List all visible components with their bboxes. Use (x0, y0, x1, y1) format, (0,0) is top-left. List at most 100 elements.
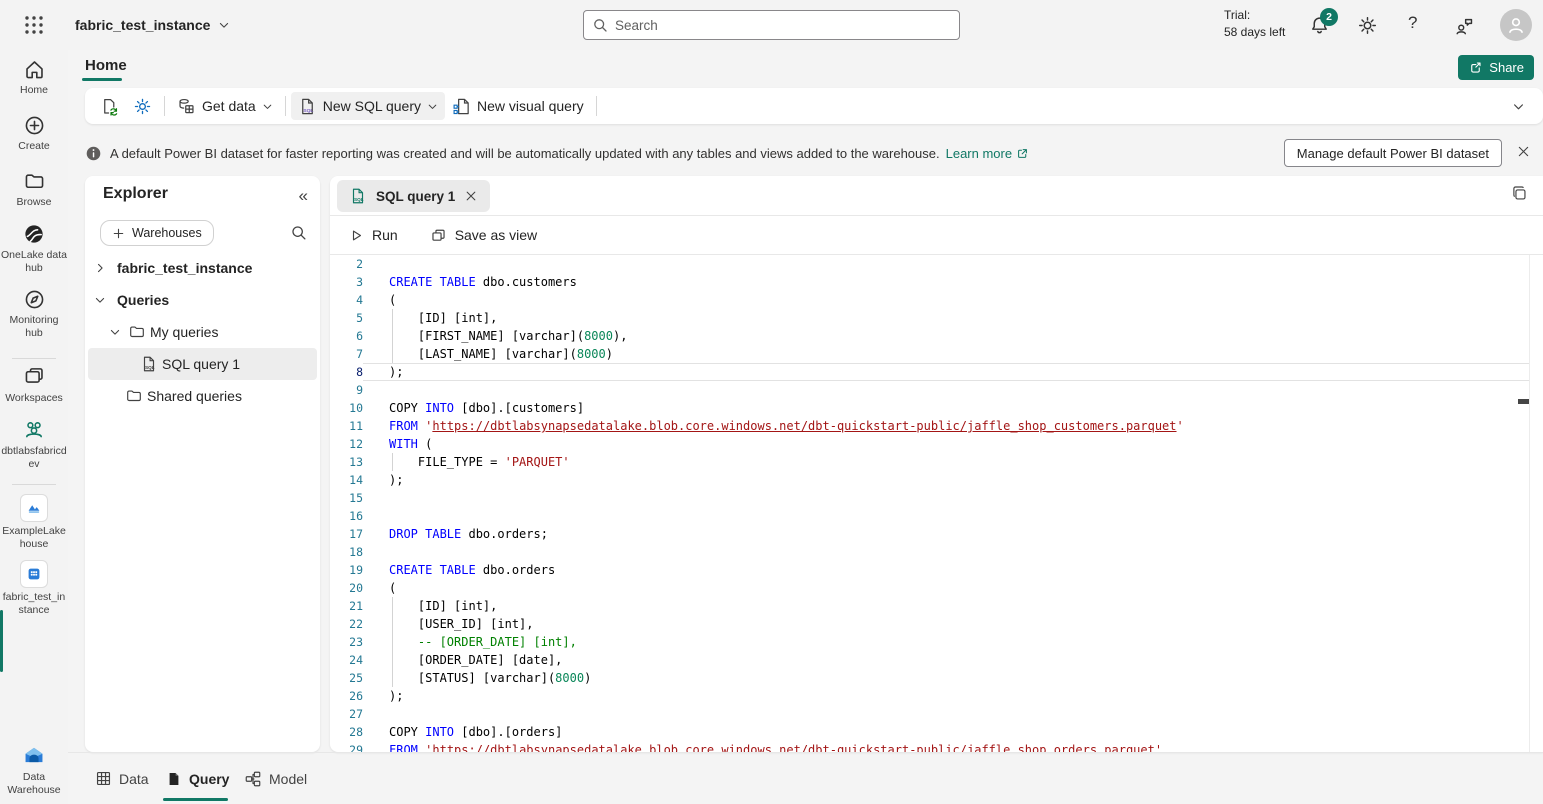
external-link-icon (1016, 147, 1029, 160)
code-line[interactable]: 9 (330, 381, 1530, 399)
manage-dataset-button[interactable]: Manage default Power BI dataset (1284, 139, 1502, 167)
code-line[interactable]: 11FROM 'https://dbtlabsynapsedatalake.bl… (330, 417, 1530, 435)
line-number: 26 (330, 687, 363, 705)
line-content: FILE_TYPE = 'PARQUET' (363, 453, 1530, 471)
view-switcher-bar: Data Query Model (68, 752, 1543, 804)
workspace-switcher[interactable]: fabric_test_instance (75, 0, 230, 50)
new-visual-query-button[interactable]: New visual query (445, 92, 591, 120)
code-line[interactable]: 5 [ID] [int], (330, 309, 1530, 327)
line-content: [ORDER_DATE] [date], (363, 651, 1530, 669)
code-line[interactable]: 29FROM 'https://dbtlabsynapsedatalake.bl… (330, 741, 1530, 752)
rail-item-dbtlabsfabricdev[interactable]: dbtlabsfabricdev (0, 418, 68, 471)
feedback-icon (1453, 15, 1475, 37)
share-button[interactable]: Share (1458, 55, 1534, 80)
rail-item-onelake-data-hub[interactable]: OneLake data hub (0, 222, 68, 275)
tab-close-icon[interactable] (464, 189, 478, 203)
chevron-right-icon[interactable] (92, 262, 108, 274)
code-line[interactable]: 7 [LAST_NAME] [varchar](8000) (330, 345, 1530, 363)
tree-item-sql-query-1[interactable]: SQL SQL query 1 (88, 348, 317, 380)
editor-tab-bar: SQL SQL query 1 (330, 176, 1543, 216)
tree-item-warehouse[interactable]: fabric_test_instance (85, 252, 320, 284)
view-tab-query[interactable]: Query (166, 753, 229, 804)
settings-button[interactable] (1357, 15, 1379, 37)
chevron-down-icon[interactable] (107, 326, 123, 338)
code-line[interactable]: 12WITH ( (330, 435, 1530, 453)
code-line[interactable]: 27 (330, 705, 1530, 723)
view-tab-model[interactable]: Model (244, 753, 307, 804)
editor-scrollbar[interactable] (1529, 255, 1530, 752)
warehouse-settings-button[interactable] (126, 92, 159, 120)
tree-item-my-queries[interactable]: My queries (85, 316, 320, 348)
rail-item-example-lakehouse[interactable]: ExampleLakehouse (0, 494, 68, 551)
explorer-panel: Explorer « Warehouses fabric_test_instan… (85, 176, 320, 752)
code-line[interactable]: 15 (330, 489, 1530, 507)
code-line[interactable]: 2 (330, 255, 1530, 273)
sql-code-area[interactable]: 23CREATE TABLE dbo.customers4(5 [ID] [in… (330, 255, 1530, 752)
code-line[interactable]: 16 (330, 507, 1530, 525)
line-content: COPY INTO [dbo].[orders] (363, 723, 1530, 741)
code-line[interactable]: 21 [ID] [int], (330, 597, 1530, 615)
ribbon-expand-chevron[interactable] (1512, 100, 1525, 113)
chevron-down-icon[interactable] (92, 294, 108, 306)
code-line[interactable]: 19CREATE TABLE dbo.orders (330, 561, 1530, 579)
code-line[interactable]: 22 [USER_ID] [int], (330, 615, 1530, 633)
rail-item-monitoring-hub[interactable]: Monitoring hub (0, 288, 68, 340)
line-content: FROM 'https://dbtlabsynapsedatalake.blob… (363, 741, 1530, 752)
tree-item-queries[interactable]: Queries (85, 284, 320, 316)
feedback-button[interactable] (1453, 15, 1475, 37)
rail-item-browse[interactable]: Browse (0, 170, 68, 209)
search-input[interactable] (615, 18, 951, 33)
run-button[interactable]: Run (340, 221, 407, 249)
get-data-button[interactable]: Get data (170, 92, 280, 120)
account-avatar[interactable] (1500, 9, 1532, 41)
view-tab-data[interactable]: Data (95, 753, 149, 804)
code-line[interactable]: 14); (330, 471, 1530, 489)
code-line[interactable]: 3CREATE TABLE dbo.customers (330, 273, 1530, 291)
rail-item-create[interactable]: Create (0, 114, 68, 153)
collapse-panel-icon[interactable]: « (299, 186, 308, 206)
new-sql-query-button[interactable]: SQL New SQL query (291, 92, 445, 120)
banner-close-icon[interactable] (1516, 144, 1531, 159)
save-as-view-button[interactable]: Save as view (421, 221, 546, 249)
explorer-search-icon[interactable] (290, 224, 307, 241)
rail-item-data-warehouse[interactable]: Data Warehouse (0, 742, 68, 797)
app-launcher-waffle-icon[interactable] (22, 13, 46, 37)
notification-badge: 2 (1320, 8, 1338, 26)
code-line[interactable]: 24 [ORDER_DATE] [date], (330, 651, 1530, 669)
tab-sql-query-1[interactable]: SQL SQL query 1 (337, 180, 490, 212)
code-line[interactable]: 8); (330, 363, 1530, 381)
learn-more-link[interactable]: Learn more (946, 146, 1029, 161)
add-warehouses-button[interactable]: Warehouses (100, 220, 214, 246)
data-warehouse-icon (0, 742, 68, 768)
code-line[interactable]: 4( (330, 291, 1530, 309)
refresh-button[interactable] (93, 92, 126, 120)
code-line[interactable]: 6 [FIRST_NAME] [varchar](8000), (330, 327, 1530, 345)
query-tab-underline (163, 798, 228, 801)
code-line[interactable]: 20( (330, 579, 1530, 597)
code-line[interactable]: 10COPY INTO [dbo].[customers] (330, 399, 1530, 417)
code-line[interactable]: 17DROP TABLE dbo.orders; (330, 525, 1530, 543)
warehouse-icon (20, 560, 48, 588)
code-line[interactable]: 25 [STATUS] [varchar](8000) (330, 669, 1530, 687)
notifications-button[interactable]: 2 (1309, 15, 1331, 37)
tree-item-shared-queries[interactable]: Shared queries (85, 380, 320, 412)
onelake-icon (0, 222, 68, 246)
monitoring-hub-icon (0, 288, 68, 311)
code-line[interactable]: 13 FILE_TYPE = 'PARQUET' (330, 453, 1530, 471)
code-line[interactable]: 26); (330, 687, 1530, 705)
code-line[interactable]: 23 -- [ORDER_DATE] [int], (330, 633, 1530, 651)
rail-item-workspaces[interactable]: Workspaces (0, 366, 68, 405)
line-number: 13 (330, 453, 363, 471)
rail-item-fabric-test-instance[interactable]: fabric_test_instance (0, 560, 68, 617)
line-content: [FIRST_NAME] [varchar](8000), (363, 327, 1530, 345)
copy-icon[interactable] (1511, 185, 1529, 203)
folder-icon (128, 323, 146, 341)
help-button[interactable]: ? (1408, 13, 1430, 35)
code-line[interactable]: 28COPY INTO [dbo].[orders] (330, 723, 1530, 741)
menu-tab-home[interactable]: Home (83, 55, 129, 80)
rail-item-home[interactable]: Home (0, 58, 68, 97)
sql-file-icon: SQL (140, 355, 158, 373)
code-line[interactable]: 18 (330, 543, 1530, 561)
line-number: 21 (330, 597, 363, 615)
scrollbar-thumb[interactable] (1518, 399, 1529, 404)
